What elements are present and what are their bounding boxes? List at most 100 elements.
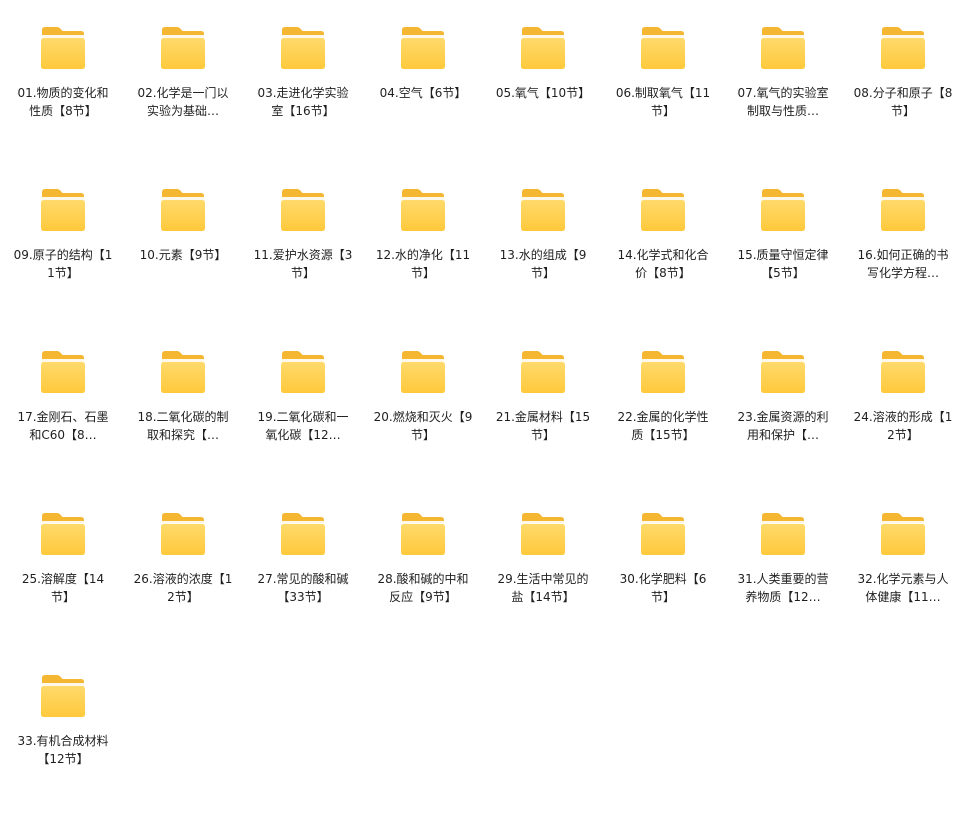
folder-label: 10.元素【9节】 — [139, 248, 227, 262]
folder-item[interactable]: 01.物质的变化和性质【8节】 — [3, 14, 123, 176]
folder-item[interactable]: 05.氧气【10节】 — [483, 14, 603, 176]
folder-item[interactable]: 15.质量守恒定律【5节】 — [723, 176, 843, 338]
folder-item[interactable]: 04.空气【6节】 — [363, 14, 483, 176]
folder-label: 24.溶液的形成【12节】 — [853, 410, 953, 442]
folder-item[interactable]: 32.化学元素与人体健康【11… — [843, 500, 963, 662]
folder-icon — [159, 26, 207, 70]
folder-item[interactable]: 14.化学式和化合价【8节】 — [603, 176, 723, 338]
folder-icon — [879, 512, 927, 556]
folder-label: 23.金属资源的利用和保护【… — [737, 410, 829, 442]
folder-item[interactable]: 28.酸和碱的中和反应【9节】 — [363, 500, 483, 662]
folder-item[interactable]: 21.金属材料【15节】 — [483, 338, 603, 500]
folder-label: 20.燃烧和灭火【9节】 — [373, 410, 473, 442]
folder-item[interactable]: 31.人类重要的营养物质【12… — [723, 500, 843, 662]
folder-label: 09.原子的结构【11节】 — [13, 248, 113, 280]
folder-label: 08.分子和原子【8节】 — [853, 86, 953, 118]
folder-icon — [879, 350, 927, 394]
folder-icon — [639, 26, 687, 70]
folder-label: 33.有机合成材料【12节】 — [17, 734, 109, 766]
folder-item[interactable]: 10.元素【9节】 — [123, 176, 243, 338]
folder-icon — [879, 26, 927, 70]
folder-label: 22.金属的化学性质【15节】 — [617, 410, 709, 442]
folder-label: 13.水的组成【9节】 — [499, 248, 587, 280]
folder-item[interactable]: 12.水的净化【11节】 — [363, 176, 483, 338]
folder-item[interactable]: 18.二氧化碳的制取和探究【… — [123, 338, 243, 500]
folder-icon — [639, 350, 687, 394]
folder-label: 29.生活中常见的盐【14节】 — [497, 572, 589, 604]
folder-grid: 01.物质的变化和性质【8节】 02.化学是一门以实验为基础… 03.走进化学实… — [3, 14, 965, 824]
folder-icon — [399, 512, 447, 556]
folder-icon — [279, 512, 327, 556]
folder-icon — [39, 512, 87, 556]
folder-label: 16.如何正确的书写化学方程… — [857, 248, 949, 280]
folder-item[interactable]: 24.溶液的形成【12节】 — [843, 338, 963, 500]
folder-label: 14.化学式和化合价【8节】 — [617, 248, 709, 280]
folder-icon — [399, 188, 447, 232]
folder-item[interactable]: 20.燃烧和灭火【9节】 — [363, 338, 483, 500]
folder-item[interactable]: 16.如何正确的书写化学方程… — [843, 176, 963, 338]
folder-item[interactable]: 02.化学是一门以实验为基础… — [123, 14, 243, 176]
folder-label: 03.走进化学实验室【16节】 — [257, 86, 349, 118]
folder-icon — [639, 512, 687, 556]
folder-icon — [399, 350, 447, 394]
folder-item[interactable]: 08.分子和原子【8节】 — [843, 14, 963, 176]
folder-item[interactable]: 22.金属的化学性质【15节】 — [603, 338, 723, 500]
folder-label: 19.二氧化碳和一氧化碳【12… — [257, 410, 349, 442]
folder-icon — [759, 512, 807, 556]
folder-label: 02.化学是一门以实验为基础… — [137, 86, 229, 118]
folder-label: 21.金属材料【15节】 — [495, 410, 591, 442]
folder-icon — [159, 350, 207, 394]
folder-item[interactable]: 13.水的组成【9节】 — [483, 176, 603, 338]
folder-item[interactable]: 23.金属资源的利用和保护【… — [723, 338, 843, 500]
folder-icon — [159, 512, 207, 556]
folder-item[interactable]: 06.制取氧气【11节】 — [603, 14, 723, 176]
folder-item[interactable]: 25.溶解度【14节】 — [3, 500, 123, 662]
folder-item[interactable]: 07.氧气的实验室制取与性质… — [723, 14, 843, 176]
folder-label: 27.常见的酸和碱【33节】 — [257, 572, 349, 604]
folder-item[interactable]: 03.走进化学实验室【16节】 — [243, 14, 363, 176]
folder-icon — [39, 188, 87, 232]
folder-label: 12.水的净化【11节】 — [375, 248, 471, 280]
folder-label: 06.制取氧气【11节】 — [615, 86, 711, 118]
folder-icon — [759, 188, 807, 232]
folder-icon — [759, 26, 807, 70]
folder-icon — [519, 350, 567, 394]
folder-label: 15.质量守恒定律【5节】 — [737, 248, 829, 280]
folder-icon — [279, 188, 327, 232]
folder-icon — [159, 188, 207, 232]
folder-icon — [519, 26, 567, 70]
folder-label: 05.氧气【10节】 — [495, 86, 591, 100]
folder-item[interactable]: 33.有机合成材料【12节】 — [3, 662, 123, 824]
folder-label: 07.氧气的实验室制取与性质… — [737, 86, 829, 118]
folder-icon — [759, 350, 807, 394]
folder-label: 30.化学肥料【6节】 — [619, 572, 707, 604]
folder-label: 17.金刚石、石墨和C60【8… — [17, 410, 109, 442]
folder-label: 32.化学元素与人体健康【11… — [857, 572, 949, 604]
folder-icon — [39, 350, 87, 394]
folder-item[interactable]: 19.二氧化碳和一氧化碳【12… — [243, 338, 363, 500]
folder-icon — [639, 188, 687, 232]
folder-icon — [399, 26, 447, 70]
folder-icon — [39, 26, 87, 70]
folder-label: 25.溶解度【14节】 — [21, 572, 105, 604]
folder-label: 28.酸和碱的中和反应【9节】 — [377, 572, 469, 604]
folder-icon — [519, 188, 567, 232]
folder-icon — [879, 188, 927, 232]
folder-icon — [519, 512, 567, 556]
folder-label: 04.空气【6节】 — [379, 86, 467, 100]
folder-item[interactable]: 29.生活中常见的盐【14节】 — [483, 500, 603, 662]
folder-item[interactable]: 27.常见的酸和碱【33节】 — [243, 500, 363, 662]
folder-label: 11.爱护水资源【3节】 — [253, 248, 353, 280]
folder-label: 26.溶液的浓度【12节】 — [133, 572, 233, 604]
folder-icon — [39, 674, 87, 718]
folder-icon — [279, 350, 327, 394]
folder-item[interactable]: 09.原子的结构【11节】 — [3, 176, 123, 338]
folder-item[interactable]: 17.金刚石、石墨和C60【8… — [3, 338, 123, 500]
folder-item[interactable]: 26.溶液的浓度【12节】 — [123, 500, 243, 662]
folder-item[interactable]: 30.化学肥料【6节】 — [603, 500, 723, 662]
folder-icon — [279, 26, 327, 70]
folder-item[interactable]: 11.爱护水资源【3节】 — [243, 176, 363, 338]
folder-label: 18.二氧化碳的制取和探究【… — [137, 410, 229, 442]
folder-label: 01.物质的变化和性质【8节】 — [17, 86, 109, 118]
folder-label: 31.人类重要的营养物质【12… — [737, 572, 829, 604]
